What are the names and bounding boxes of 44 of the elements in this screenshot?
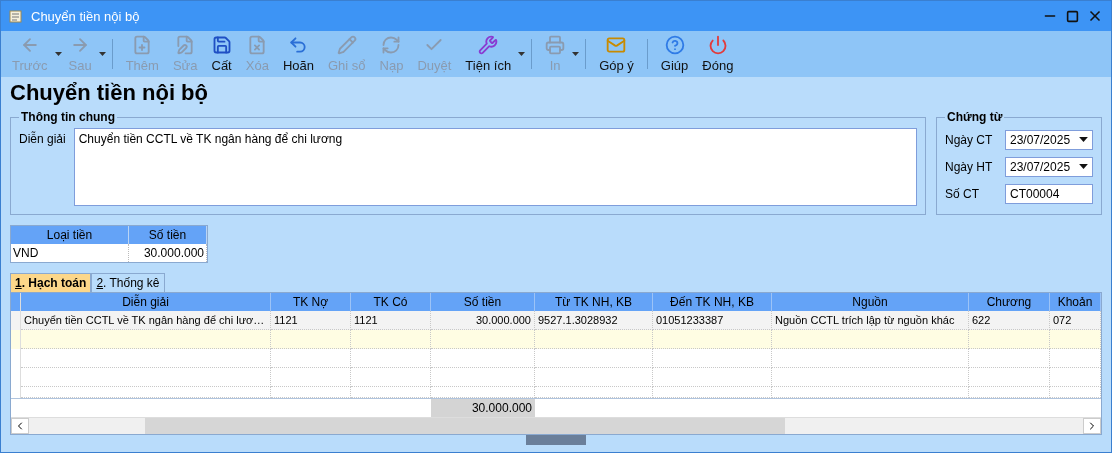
document-plus-icon bbox=[132, 35, 153, 55]
resize-grip[interactable] bbox=[526, 435, 586, 445]
table-cell bbox=[1050, 387, 1101, 398]
window-title: Chuyển tiền nội bộ bbox=[31, 8, 141, 24]
panel-title: Chứng từ bbox=[946, 110, 1004, 124]
caret-icon[interactable] bbox=[518, 52, 526, 56]
toolbar-button[interactable]: Cất bbox=[204, 33, 239, 75]
panel-title: Thông tin chung bbox=[20, 110, 116, 124]
toolbar-button[interactable]: Góp ý bbox=[592, 33, 641, 75]
input-field[interactable]: CT00004 bbox=[1005, 184, 1093, 205]
horizontal-scrollbar[interactable] bbox=[11, 417, 1101, 434]
field-label: Số CT bbox=[945, 187, 980, 202]
field-label: Ngày CT bbox=[945, 132, 994, 147]
pencil-icon bbox=[336, 35, 357, 55]
caret-icon bbox=[1079, 137, 1088, 143]
envelope-icon bbox=[606, 35, 627, 55]
field-label: Diễn giải bbox=[19, 132, 66, 148]
tab[interactable]: 2. Thống kê bbox=[91, 273, 165, 292]
tab[interactable]: 1. Hạch toán bbox=[10, 273, 92, 292]
power-icon bbox=[707, 35, 728, 55]
total-cell: 30.000.000 bbox=[431, 399, 535, 417]
toolbar-button[interactable]: Đóng bbox=[695, 33, 741, 75]
document-pen-icon bbox=[175, 35, 196, 55]
page-heading: Chuyển tiền nội bộ bbox=[10, 80, 209, 106]
description-field[interactable]: Chuyển tiền CCTL về TK ngân hàng để chi lương bbox=[73, 128, 917, 206]
toolbar-button[interactable]: Hoãn bbox=[275, 33, 321, 75]
close-icon[interactable] bbox=[1087, 8, 1103, 24]
table-cell: 30.000.000 bbox=[129, 244, 207, 262]
toolbar-button[interactable]: Giúp bbox=[653, 33, 696, 75]
help-icon bbox=[664, 35, 685, 55]
date-field[interactable]: 23/07/2025 bbox=[1005, 157, 1093, 177]
toolbar-button[interactable]: Tiện ích bbox=[458, 33, 519, 75]
notepad-icon bbox=[9, 9, 23, 23]
printer-icon bbox=[545, 35, 566, 55]
column-header: Số tiền bbox=[129, 226, 207, 244]
maximize-icon[interactable] bbox=[1066, 9, 1079, 23]
column-header: Loại tiền bbox=[11, 226, 129, 244]
document-x-icon bbox=[247, 35, 268, 55]
field-label: Ngày HT bbox=[945, 160, 994, 174]
refresh-icon bbox=[381, 35, 402, 55]
caret-icon bbox=[1079, 164, 1088, 170]
date-field[interactable]: 23/07/2025 bbox=[1005, 129, 1093, 150]
wrench-icon bbox=[478, 35, 499, 55]
table-cell: VND bbox=[11, 244, 129, 262]
